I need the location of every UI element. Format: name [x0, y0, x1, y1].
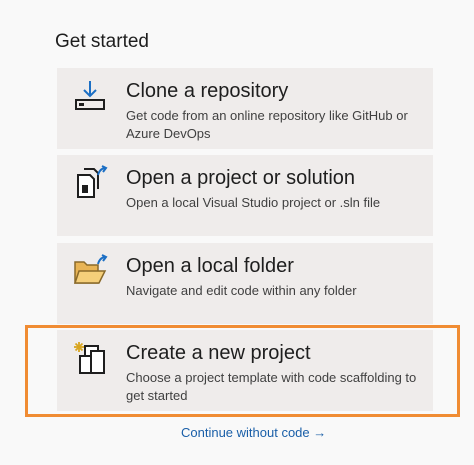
card-title: Create a new project	[126, 342, 311, 364]
clone-download-icon	[72, 78, 108, 114]
clone-repository-button[interactable]: Clone a repository Get code from an onli…	[57, 68, 433, 149]
card-description: Get code from an online repository like …	[126, 108, 408, 141]
open-project-icon	[72, 165, 108, 201]
create-new-project-button[interactable]: Create a new project Choose a project te…	[57, 330, 433, 411]
card-description: Open a local Visual Studio project or .s…	[126, 195, 381, 210]
open-project-button[interactable]: Open a project or solution Open a local …	[57, 155, 433, 236]
open-folder-button[interactable]: Open a local folder Navigate and edit co…	[57, 243, 433, 324]
card-title: Clone a repository	[126, 80, 289, 102]
card-description: Navigate and edit code within any folder	[126, 283, 357, 298]
new-project-icon	[72, 340, 108, 376]
section-title: Get started	[55, 31, 149, 52]
card-title: Open a local folder	[126, 255, 294, 277]
card-title: Open a project or solution	[126, 167, 356, 189]
card-description: Choose a project template with code scaf…	[126, 370, 417, 403]
open-folder-icon	[72, 253, 108, 289]
continue-without-code-link[interactable]: Continue without code →	[181, 424, 326, 442]
